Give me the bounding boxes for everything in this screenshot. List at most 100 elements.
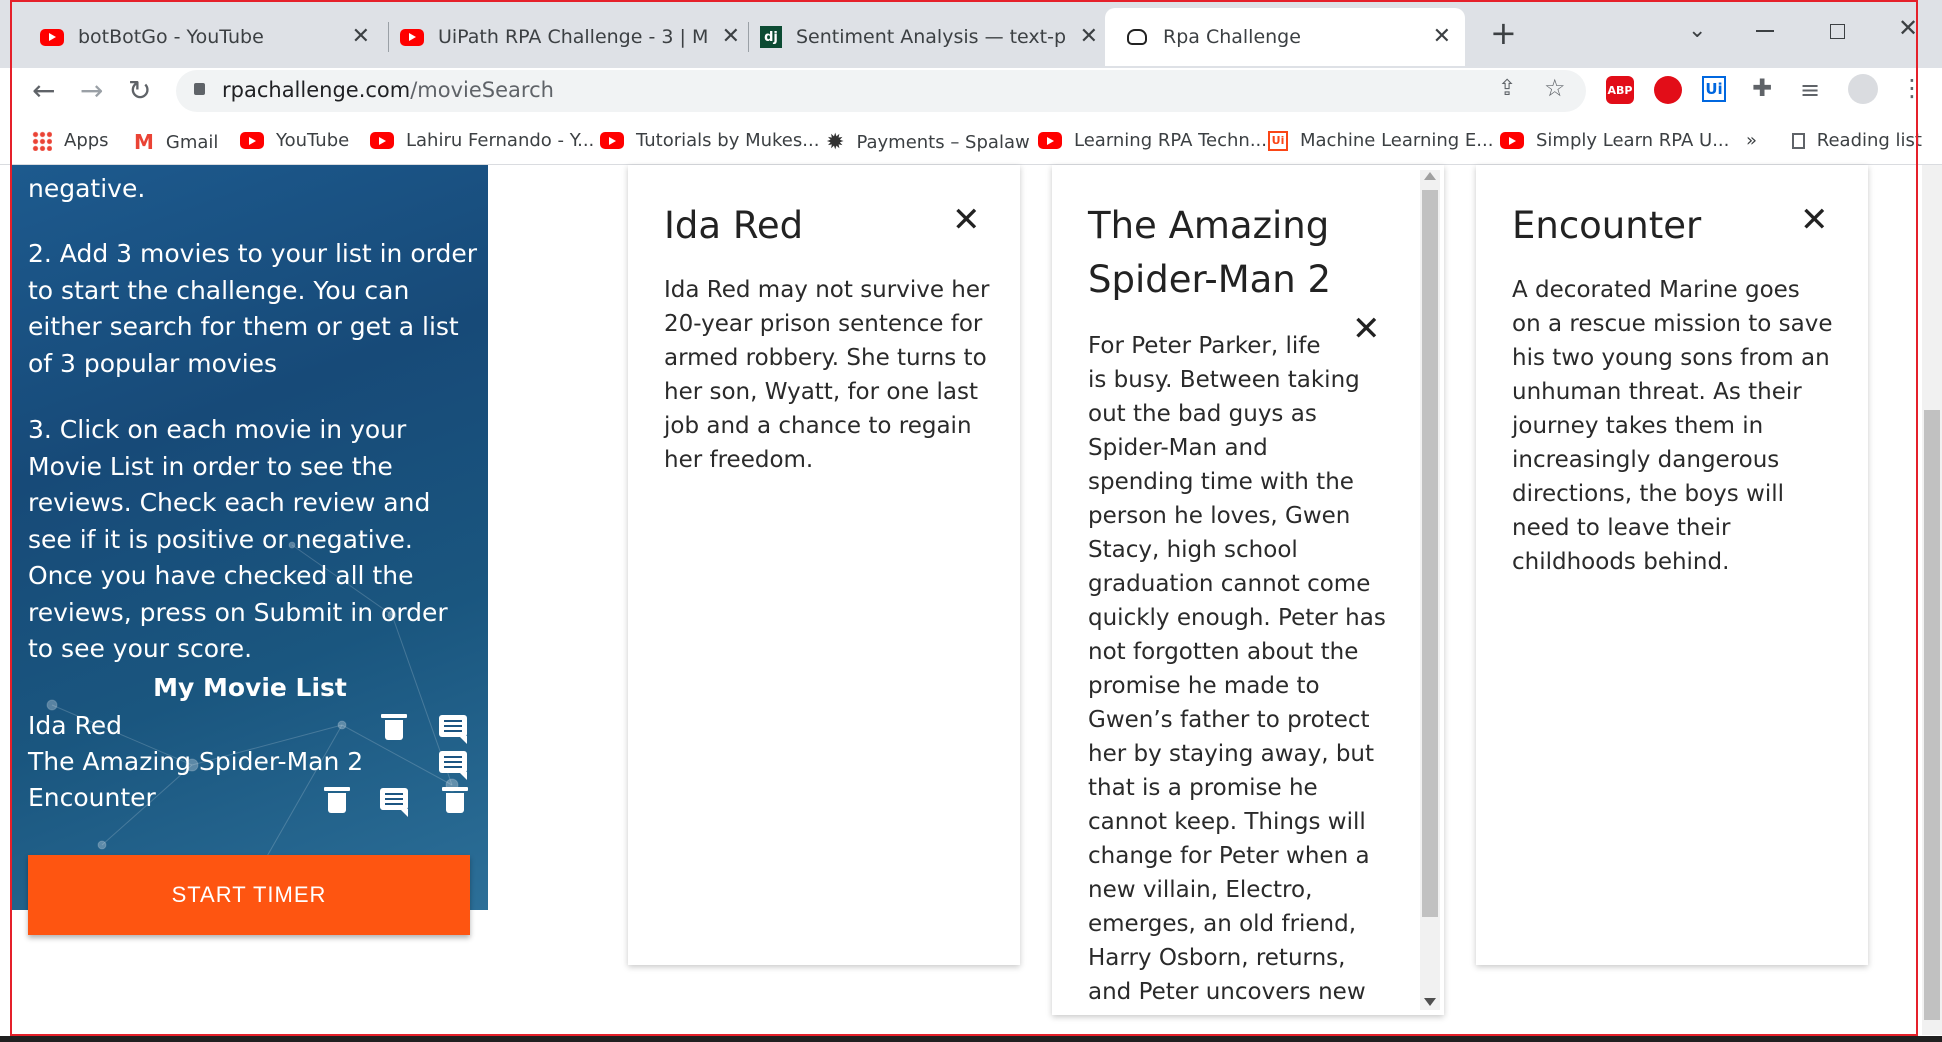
bookmark-apps[interactable]: Apps bbox=[32, 130, 109, 151]
movie-list-item-ida-red[interactable]: Ida Red bbox=[28, 711, 122, 740]
bookmark-youtube[interactable]: YouTube bbox=[240, 130, 349, 151]
description-line: Spider-Man and bbox=[1088, 435, 1268, 461]
youtube-icon bbox=[40, 28, 64, 46]
description-line: need to leave their bbox=[1512, 515, 1731, 541]
bookmark-learning-rpa[interactable]: Learning RPA Techn... bbox=[1038, 130, 1267, 151]
description-line: A decorated Marine goes bbox=[1512, 277, 1800, 303]
more-bookmarks-button[interactable]: » bbox=[1746, 130, 1757, 151]
movie-card-amazing-spider-man-2: The Amazing Spider-Man 2 ✕ For Peter Par… bbox=[1052, 165, 1444, 1015]
bookmark-payments[interactable]: ✹ Payments – Spalaw bbox=[826, 130, 1030, 155]
address-bar[interactable]: rpachallenge.com/movieSearch ⇪ ☆ bbox=[176, 70, 1586, 112]
description-line: promise he made to bbox=[1088, 673, 1320, 699]
movie-card-title: Ida Red bbox=[664, 204, 804, 247]
close-tab-icon[interactable]: ✕ bbox=[1080, 24, 1098, 49]
bookmark-machine-learning[interactable]: Ui Machine Learning E... bbox=[1268, 130, 1493, 151]
uipath-extension-icon[interactable]: Ui bbox=[1702, 76, 1726, 102]
media-control-icon[interactable]: ≡ bbox=[1800, 76, 1820, 104]
description-line: her son, Wyatt, for one last bbox=[664, 379, 978, 405]
scroll-up-arrow-icon[interactable] bbox=[1424, 172, 1436, 180]
restore-button[interactable] bbox=[1830, 24, 1845, 39]
description-line: cannot keep. Things will bbox=[1088, 809, 1366, 835]
start-timer-button[interactable]: START TIMER bbox=[28, 855, 470, 935]
profile-avatar-icon[interactable] bbox=[1848, 74, 1878, 104]
movie-card-description: A decorated Marine goes on a rescue miss… bbox=[1512, 273, 1832, 579]
delete-movie-icon[interactable] bbox=[324, 787, 350, 813]
description-line: and Peter uncovers new bbox=[1088, 979, 1366, 1005]
title-line: The Amazing bbox=[1088, 204, 1330, 247]
description-line: armed robbery. She turns to bbox=[664, 345, 987, 371]
movie-list-item-amazing-spider-man-2[interactable]: The Amazing Spider-Man 2 bbox=[28, 747, 363, 776]
delete-movie-icon[interactable] bbox=[381, 714, 407, 740]
bookmark-lahiru[interactable]: Lahiru Fernando - Y... bbox=[370, 130, 594, 151]
description-line: Stacy, high school bbox=[1088, 537, 1298, 563]
tab-uipath-challenge[interactable]: UiPath RPA Challenge - 3 | Movie ✕ bbox=[400, 8, 740, 66]
close-window-button[interactable]: ✕ bbox=[1898, 14, 1918, 42]
reading-list-icon bbox=[1792, 132, 1805, 149]
stop-hand-icon[interactable] bbox=[1654, 76, 1682, 104]
reviews-icon[interactable] bbox=[439, 751, 467, 780]
description-line: directions, the boys will bbox=[1512, 481, 1785, 507]
description-line: person he loves, Gwen bbox=[1088, 503, 1351, 529]
youtube-icon bbox=[370, 132, 394, 149]
bookmark-label: Payments – Spalaw bbox=[856, 132, 1030, 153]
tab-search-icon[interactable]: ⌄ bbox=[1688, 18, 1706, 43]
minimize-button[interactable] bbox=[1756, 30, 1774, 32]
back-icon[interactable]: ← bbox=[32, 74, 55, 107]
description-line: quickly enough. Peter has bbox=[1088, 605, 1386, 631]
description-line: Harry Osborn, returns, bbox=[1088, 945, 1346, 971]
bookmark-label: Reading list bbox=[1816, 130, 1922, 151]
close-tab-icon[interactable]: ✕ bbox=[352, 24, 370, 49]
tab-botbotgo[interactable]: botBotGo - YouTube ✕ bbox=[40, 8, 378, 66]
uipath-icon: Ui bbox=[1268, 130, 1288, 151]
instruction-step-3: 3. Click on each movie in your Movie Lis… bbox=[28, 415, 448, 663]
close-icon[interactable]: ✕ bbox=[952, 203, 981, 237]
tab-title: UiPath RPA Challenge - 3 | Movie bbox=[438, 26, 708, 48]
close-tab-icon[interactable]: ✕ bbox=[722, 24, 740, 49]
movie-list-item-encounter[interactable]: Encounter bbox=[28, 783, 156, 812]
tab-rpa-challenge[interactable]: Rpa Challenge ✕ bbox=[1105, 8, 1465, 66]
extensions-puzzle-icon[interactable]: ✚ bbox=[1752, 74, 1772, 102]
movie-card-encounter: Encounter ✕ A decorated Marine goes on a… bbox=[1476, 165, 1868, 965]
movie-card-description: Ida Red may not survive her 20-year pris… bbox=[664, 273, 989, 477]
youtube-icon bbox=[600, 132, 624, 149]
description-line: spending time with the bbox=[1088, 469, 1354, 495]
gmail-icon: M bbox=[134, 130, 154, 154]
bookmark-gmail[interactable]: M Gmail bbox=[134, 130, 218, 154]
page-scrollbar-thumb[interactable] bbox=[1924, 410, 1940, 1020]
bookmark-label: Machine Learning E... bbox=[1300, 130, 1494, 151]
description-line: change for Peter when a bbox=[1088, 843, 1370, 869]
adblock-plus-icon[interactable]: ABP bbox=[1606, 76, 1634, 104]
share-icon[interactable]: ⇪ bbox=[1498, 76, 1516, 101]
card-scrollbar-thumb[interactable] bbox=[1422, 190, 1438, 917]
bookmark-mukes[interactable]: Tutorials by Mukes... bbox=[600, 130, 819, 151]
youtube-icon bbox=[1500, 132, 1524, 149]
description-line: graduation cannot come bbox=[1088, 571, 1371, 597]
bookmark-label: Simply Learn RPA U... bbox=[1536, 130, 1730, 151]
bookmark-label: Apps bbox=[64, 130, 109, 151]
new-tab-button[interactable]: + bbox=[1490, 14, 1517, 52]
close-tab-icon[interactable]: ✕ bbox=[1433, 24, 1451, 49]
tab-sentiment-analysis[interactable]: dj Sentiment Analysis — text-proce ✕ bbox=[760, 8, 1098, 66]
reviews-icon[interactable] bbox=[439, 715, 467, 744]
instructions-sidebar: negative. 2. Add 3 movies to your list i… bbox=[12, 165, 488, 910]
forward-icon[interactable]: → bbox=[80, 74, 103, 107]
browser-menu-icon[interactable]: ⋮ bbox=[1900, 74, 1924, 102]
delete-movie-icon[interactable] bbox=[442, 787, 468, 813]
apps-grid-icon bbox=[32, 130, 52, 151]
description-line: For Peter Parker, life bbox=[1088, 333, 1321, 359]
movie-card-title: Encounter bbox=[1512, 204, 1702, 247]
taskbar-edge bbox=[0, 1036, 1942, 1042]
gear-icon: ✹ bbox=[826, 130, 845, 155]
description-line: emerges, an old friend, bbox=[1088, 911, 1357, 937]
reviews-icon[interactable] bbox=[380, 788, 408, 817]
bookmark-star-icon[interactable]: ☆ bbox=[1544, 74, 1566, 102]
bookmark-label: Tutorials by Mukes... bbox=[636, 130, 820, 151]
movie-card-description: For Peter Parker, life is busy. Between … bbox=[1088, 329, 1386, 1009]
reading-list-button[interactable]: Reading list bbox=[1792, 130, 1922, 151]
instruction-tail: negative. bbox=[28, 174, 146, 203]
close-icon[interactable]: ✕ bbox=[1800, 203, 1829, 237]
bookmark-simply-learn[interactable]: Simply Learn RPA U... bbox=[1500, 130, 1729, 151]
reload-icon[interactable]: ↻ bbox=[128, 74, 151, 107]
description-line: out the bad guys as bbox=[1088, 401, 1317, 427]
scroll-down-arrow-icon[interactable] bbox=[1424, 998, 1436, 1006]
